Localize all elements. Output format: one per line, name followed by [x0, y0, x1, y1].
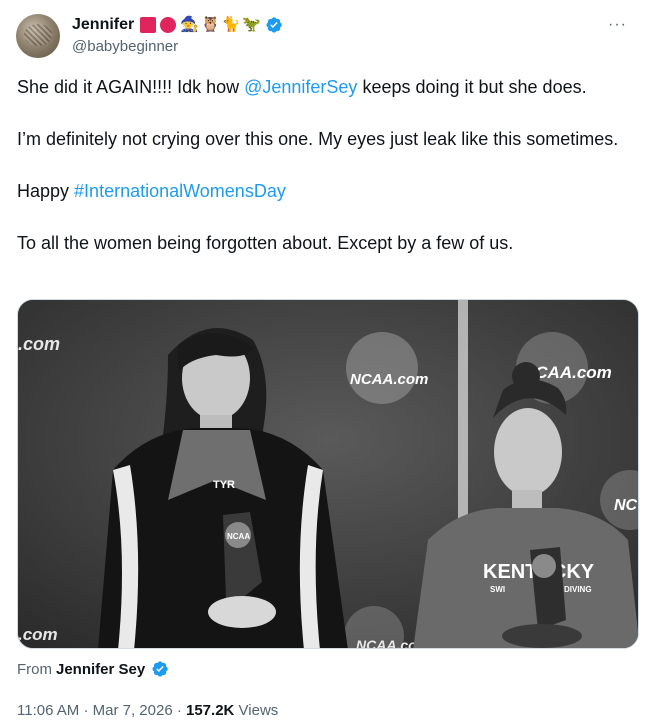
attribution-row: From Jennifer Sey [17, 660, 169, 678]
tweet-text-segment: keeps doing it but she does. [357, 77, 587, 97]
shirt-sub-text: DIVING [564, 585, 592, 594]
tweet-text-segment: She did it AGAIN!!!! Idk how [17, 77, 245, 97]
black-cat-emoji-icon: 🐈 [221, 16, 241, 33]
banner-text: NCAA.com [350, 371, 428, 388]
verified-badge-icon [266, 17, 282, 33]
views-count: 157.2K [186, 702, 235, 719]
trophy-label-text: NCAA [227, 532, 250, 541]
jacket-logo-text: TYR [213, 479, 235, 491]
tweet-paragraph-3: Happy #InternationalWomensDay [17, 178, 627, 204]
banner-text: .com [18, 625, 58, 644]
meta-separator: · [176, 702, 182, 719]
tweet-meta-row: 11:06 AM · Mar 7, 2026 · 157.2K Views [17, 702, 278, 719]
mention-link[interactable]: @JenniferSey [244, 77, 357, 97]
verified-badge-icon [152, 661, 168, 677]
author-handle[interactable]: @babybeginner [72, 38, 178, 55]
red-circle-emoji-icon [160, 17, 177, 33]
red-square-emoji-icon [140, 17, 157, 33]
banner-text: .com [18, 334, 60, 354]
tweet-paragraph-4: To all the women being forgotten about. … [17, 233, 514, 253]
tweet-paragraph-1: She did it AGAIN!!!! Idk how @JenniferSe… [17, 74, 627, 100]
attribution-name-link[interactable]: Jennifer Sey [56, 661, 145, 678]
ncaa-logo-icon [346, 332, 418, 404]
author-name-row[interactable]: Jennifer 🧙 🦉 🐈 🦖 [72, 16, 283, 34]
tweet-paragraph-2: I’m definitely not crying over this one.… [17, 129, 619, 149]
banner-text: NC [614, 497, 638, 514]
tweet-photo[interactable]: .com NCAA.com NCAA.com NC .com NCAA.co T… [17, 299, 639, 649]
tweet-body: She did it AGAIN!!!! Idk how @JenniferSe… [17, 74, 627, 256]
banner-text: NCAA.co [356, 637, 417, 649]
owl-emoji-icon: 🦉 [200, 16, 220, 33]
photo-illustration: .com NCAA.com NCAA.com NC .com NCAA.co T… [18, 300, 638, 649]
meta-separator: · [83, 702, 89, 719]
shirt-sub-text: SWI [490, 585, 505, 594]
author-display-name[interactable]: Jennifer [72, 16, 134, 34]
t-rex-emoji-icon: 🦖 [242, 16, 261, 33]
mage-emoji-icon: 🧙 [180, 16, 199, 33]
views-label: Views [238, 702, 279, 719]
attribution-prefix: From [17, 660, 52, 678]
tweet-text-segment: Happy [17, 181, 75, 201]
avatar[interactable] [16, 14, 60, 58]
tweet-header: Jennifer 🧙 🦉 🐈 🦖 @babybeginner ··· [16, 12, 629, 64]
tweet-time[interactable]: 11:06 AM [17, 702, 79, 719]
hashtag-link[interactable]: #InternationalWomensDay [74, 181, 286, 201]
tweet-date[interactable]: Mar 7, 2026 [93, 702, 173, 719]
more-options-icon[interactable]: ··· [608, 16, 627, 34]
